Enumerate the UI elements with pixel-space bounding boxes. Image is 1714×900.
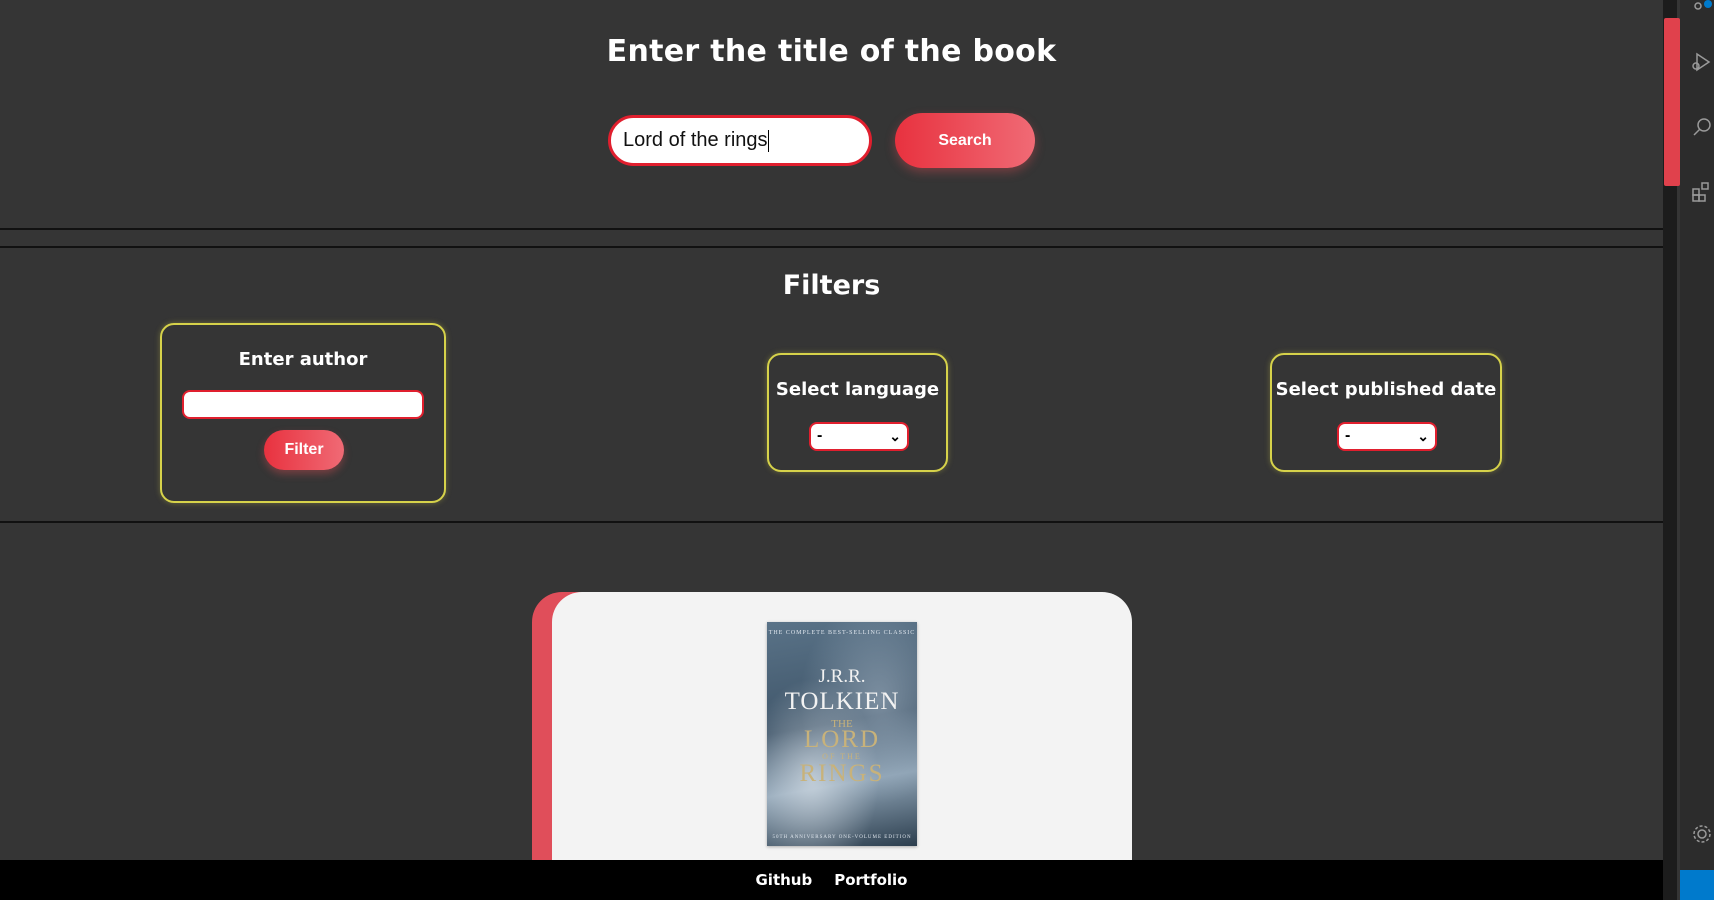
source-control-icon[interactable] [1690, 0, 1714, 24]
search-input-value: Lord of the rings [623, 129, 768, 151]
cover-title-rings: RINGS [799, 760, 885, 787]
language-filter-box: Select language - ⌄ [767, 353, 948, 472]
search-input[interactable]: Lord of the rings [608, 115, 872, 166]
footer: Github Portfolio [0, 860, 1663, 900]
author-input[interactable] [182, 390, 424, 419]
language-select-value: - [817, 427, 823, 444]
divider [0, 521, 1663, 523]
book-cover-image[interactable]: THE COMPLETE BEST-SELLING CLASSIC J.R.R.… [767, 622, 917, 846]
scrollbar-thumb[interactable] [1664, 18, 1680, 186]
cover-tagline: THE COMPLETE BEST-SELLING CLASSIC [768, 630, 916, 636]
divider [0, 246, 1663, 248]
cover-author-line2: TOLKIEN [784, 688, 900, 715]
chevron-down-icon: ⌄ [1417, 428, 1429, 444]
chevron-down-icon: ⌄ [889, 428, 901, 444]
date-select-value: - [1345, 427, 1351, 444]
language-filter-label: Select language [775, 379, 940, 400]
search-button[interactable]: Search [895, 113, 1035, 168]
search-icon[interactable] [1690, 115, 1714, 139]
cover-title-lord: LORD [803, 726, 881, 753]
cover-bottom-text: 50TH ANNIVERSARY ONE-VOLUME EDITION [772, 835, 912, 840]
filters-title: Filters [782, 270, 881, 301]
author-filter-box: Enter author Filter [160, 323, 446, 503]
page-title: Enter the title of the book [606, 34, 1057, 69]
date-filter-box: Select published date - ⌄ [1270, 353, 1502, 472]
gear-icon[interactable] [1690, 822, 1714, 846]
main-page: Enter the title of the book Lord of the … [0, 0, 1663, 900]
run-debug-icon[interactable] [1690, 50, 1714, 74]
text-cursor [767, 129, 769, 152]
date-filter-label: Select published date [1275, 379, 1497, 400]
cover-author-line1: J.R.R. [818, 666, 866, 687]
portfolio-link[interactable]: Portfolio [834, 871, 907, 889]
extensions-icon[interactable] [1690, 180, 1714, 204]
author-filter-label: Enter author [238, 349, 368, 370]
github-link[interactable]: Github [755, 871, 812, 889]
divider [0, 228, 1663, 230]
remote-status-badge[interactable] [1680, 870, 1714, 900]
language-select[interactable]: - ⌄ [809, 422, 909, 451]
filter-button[interactable]: Filter [264, 430, 344, 470]
date-select[interactable]: - ⌄ [1337, 422, 1437, 451]
